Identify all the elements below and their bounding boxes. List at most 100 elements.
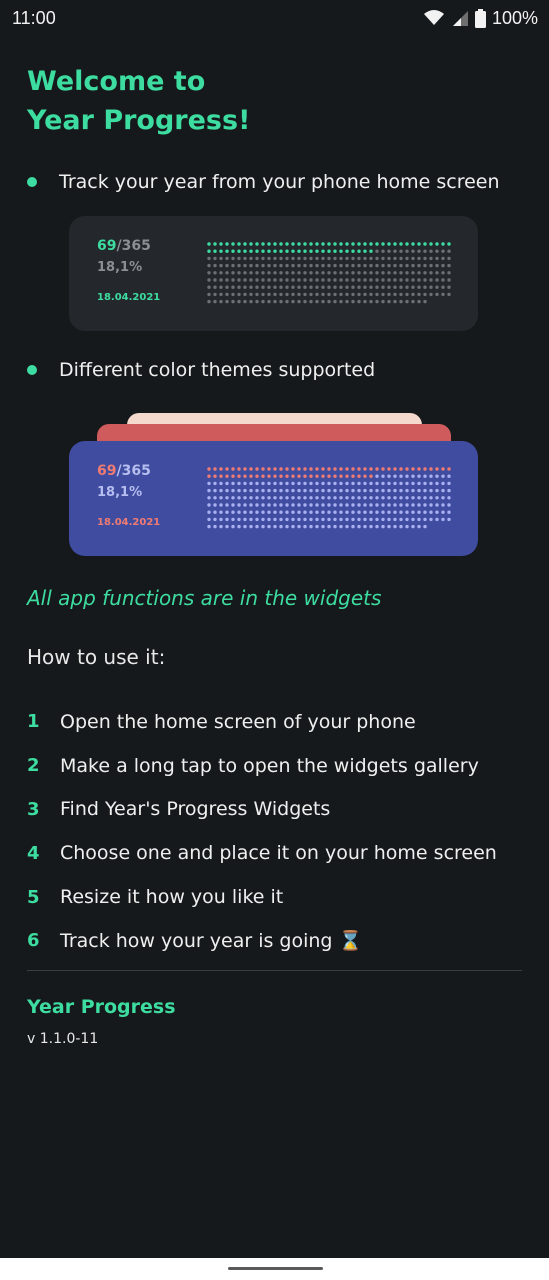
day-dot	[279, 242, 283, 246]
day-dot	[339, 292, 343, 297]
day-dot	[393, 524, 397, 529]
day-dot	[261, 292, 265, 297]
day-dot	[423, 503, 427, 507]
day-dot	[309, 467, 313, 471]
day-dot	[387, 524, 391, 529]
day-dot	[393, 271, 397, 275]
day-dot	[243, 481, 247, 486]
day-dot	[381, 474, 385, 478]
day-dot	[213, 467, 217, 471]
day-dot	[339, 249, 343, 253]
day-dot	[291, 488, 295, 493]
day-dot	[213, 285, 217, 289]
step-item: 4 Choose one and place it on your home sc…	[27, 831, 497, 875]
day-dot	[231, 481, 235, 486]
day-dot	[249, 299, 253, 304]
day-dot	[411, 517, 415, 522]
day-dot	[393, 510, 397, 514]
day-dot	[369, 481, 373, 486]
day-dot	[381, 285, 385, 289]
day-dot	[363, 467, 367, 471]
day-dot	[207, 299, 211, 304]
day-dot	[447, 256, 451, 261]
day-dot	[381, 488, 385, 493]
day-dot	[417, 249, 421, 253]
day-dot	[297, 488, 301, 493]
day-dot	[267, 474, 271, 478]
day-dot	[279, 510, 283, 514]
day-dot	[243, 242, 247, 246]
day-dot	[405, 278, 409, 282]
day-dot	[243, 503, 247, 507]
day-dot	[219, 256, 223, 261]
day-dot	[357, 263, 361, 268]
day-dot	[237, 496, 241, 500]
home-gesture-handle[interactable]	[228, 1267, 323, 1270]
day-dot	[387, 278, 391, 282]
day-dot	[255, 292, 259, 297]
day-dot	[363, 510, 367, 514]
day-dot	[333, 249, 337, 253]
day-dot	[435, 517, 439, 522]
day-dot	[225, 285, 229, 289]
day-dot	[387, 488, 391, 493]
day-dot	[441, 510, 445, 514]
day-dot	[243, 285, 247, 289]
day-dot	[339, 285, 343, 289]
day-dot	[309, 263, 313, 268]
day-dot	[297, 256, 301, 261]
day-dot	[267, 467, 271, 471]
day-dot	[375, 488, 379, 493]
day-dot	[435, 271, 439, 275]
day-dot	[291, 285, 295, 289]
day-dot	[267, 481, 271, 486]
day-dot	[225, 524, 229, 529]
day-dot	[213, 292, 217, 297]
how-to-steps: 1 Open the home screen of your phone 2 Mak…	[27, 700, 497, 963]
day-dot	[405, 242, 409, 246]
day-dot	[399, 242, 403, 246]
day-dot	[297, 503, 301, 507]
day-dot	[285, 503, 289, 507]
day-dot	[363, 503, 367, 507]
day-dot	[417, 271, 421, 275]
day-dot	[261, 249, 265, 253]
day-dot	[339, 474, 343, 478]
day-dot	[363, 517, 367, 522]
day-dot	[405, 481, 409, 486]
day-dot	[399, 256, 403, 261]
day-dot	[339, 488, 343, 493]
day-dot	[321, 263, 325, 268]
day-dot	[279, 496, 283, 500]
day-dot	[249, 249, 253, 253]
day-dot	[393, 496, 397, 500]
day-dot	[411, 510, 415, 514]
day-dot	[387, 474, 391, 478]
day-dot	[363, 263, 367, 268]
day-dot	[315, 474, 319, 478]
day-dot	[387, 481, 391, 486]
day-dot	[285, 510, 289, 514]
day-dot	[255, 285, 259, 289]
day-dot	[273, 285, 277, 289]
day-dot	[225, 488, 229, 493]
day-dot	[213, 256, 217, 261]
day-dot	[243, 496, 247, 500]
day-dot	[219, 488, 223, 493]
day-dot	[447, 481, 451, 486]
day-dot	[375, 271, 379, 275]
step-number: 1	[27, 711, 40, 733]
day-dot	[219, 481, 223, 486]
day-dot	[291, 271, 295, 275]
day-dot	[279, 299, 283, 304]
day-dot	[345, 481, 349, 486]
day-dot	[321, 278, 325, 282]
day-dot	[417, 488, 421, 493]
day-dot	[285, 256, 289, 261]
day-dot	[339, 242, 343, 246]
status-icons: 100%	[423, 8, 538, 29]
day-dot	[363, 496, 367, 500]
day-dot	[303, 249, 307, 253]
day-dot	[231, 285, 235, 289]
day-dot	[315, 263, 319, 268]
